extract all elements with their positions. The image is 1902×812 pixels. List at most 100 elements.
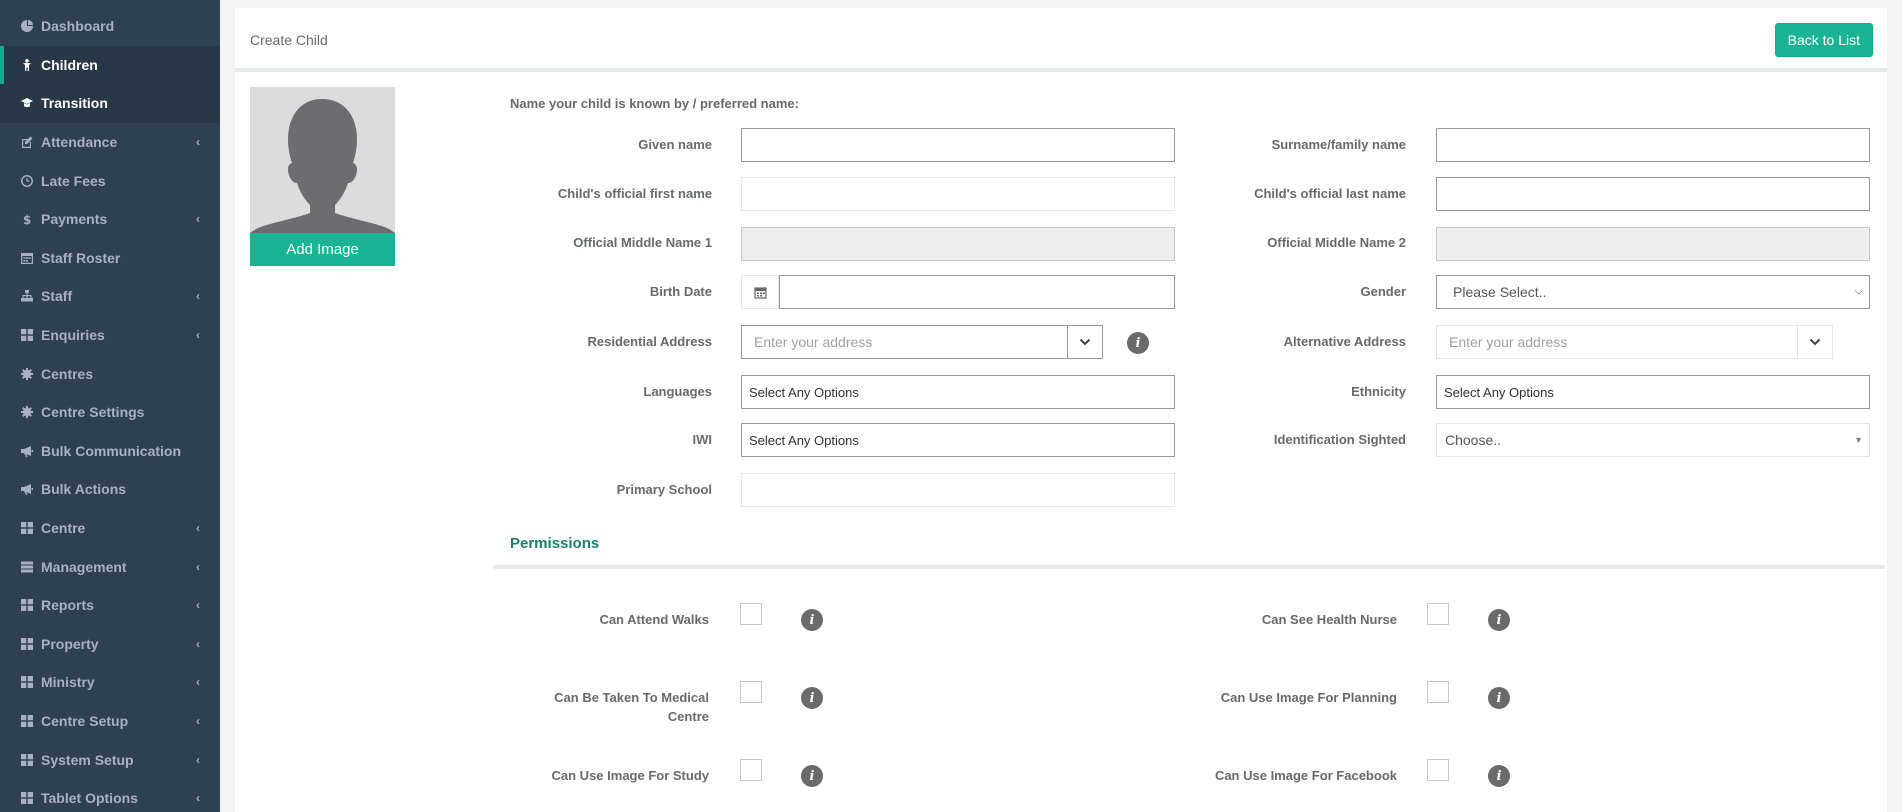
sidebar-item-staff[interactable]: Staff ‹ bbox=[0, 277, 220, 316]
sidebar-item-attendance[interactable]: Attendance ‹ bbox=[0, 123, 220, 162]
residential-address-info-icon[interactable]: i bbox=[1127, 332, 1149, 354]
perm-label-attend-walks: Can Attend Walks bbox=[599, 612, 709, 627]
sidebar-item-centres[interactable]: Centres bbox=[0, 354, 220, 393]
person-silhouette-icon bbox=[250, 87, 395, 233]
residential-address-input[interactable]: Enter your address bbox=[741, 325, 1068, 359]
gender-selected-value: Please Select.. bbox=[1453, 284, 1547, 300]
sidebar-item-tablet-options[interactable]: Tablet Options ‹ bbox=[0, 779, 220, 812]
birth-date-input[interactable] bbox=[779, 275, 1175, 309]
sidebar-item-label: Centres bbox=[41, 365, 94, 382]
residential-address-dropdown-button[interactable] bbox=[1067, 325, 1103, 359]
official-first-name-label: Child's official first name bbox=[557, 186, 712, 201]
permissions-divider bbox=[494, 565, 1885, 569]
sidebar-item-bulk-communication[interactable]: Bulk Communication bbox=[0, 432, 220, 471]
add-image-button[interactable]: Add Image bbox=[250, 233, 395, 266]
languages-multiselect[interactable]: Select Any Options bbox=[741, 375, 1175, 409]
alternative-address-dropdown-button[interactable] bbox=[1797, 325, 1833, 359]
official-first-name-input[interactable] bbox=[741, 177, 1175, 211]
panel-header: Create Child Back to List bbox=[235, 8, 1887, 72]
sidebar-menu: Dashboard Children Transition Attendance ‹ La… bbox=[0, 7, 220, 812]
ethnicity-multiselect[interactable]: Select Any Options bbox=[1436, 375, 1870, 409]
primary-school-label: Primary School bbox=[616, 482, 712, 497]
middle-name-1-input[interactable] bbox=[741, 227, 1175, 261]
checkbox-image-planning[interactable] bbox=[1427, 681, 1449, 703]
avatar bbox=[250, 87, 395, 233]
calendar-icon bbox=[20, 251, 34, 265]
chevron-down-icon bbox=[1809, 338, 1821, 346]
official-last-name-input[interactable] bbox=[1436, 177, 1870, 211]
grid-icon bbox=[20, 791, 34, 805]
sidebar-item-system-setup[interactable]: System Setup ‹ bbox=[0, 740, 220, 779]
gender-select[interactable]: Please Select.. ⌵ bbox=[1436, 275, 1870, 309]
chevron-left-icon: ‹ bbox=[196, 713, 200, 728]
alternative-address-input[interactable]: Enter your address bbox=[1436, 325, 1798, 359]
image-facebook-info-icon[interactable]: i bbox=[1488, 765, 1510, 787]
calendar-icon[interactable] bbox=[741, 275, 779, 309]
attend-walks-info-icon[interactable]: i bbox=[801, 609, 823, 631]
sidebar-item-label: Dashboard bbox=[41, 18, 115, 35]
sidebar-item-centre[interactable]: Centre ‹ bbox=[0, 509, 220, 548]
identification-sighted-select[interactable]: Choose.. ▼ bbox=[1436, 423, 1870, 457]
checkbox-medical-centre[interactable] bbox=[740, 681, 762, 703]
sidebar-item-label: Late Fees bbox=[41, 172, 106, 189]
sidebar-item-bulk-actions[interactable]: Bulk Actions bbox=[0, 470, 220, 509]
sidebar-item-centre-setup[interactable]: Centre Setup ‹ bbox=[0, 702, 220, 741]
back-to-list-button[interactable]: Back to List bbox=[1774, 23, 1873, 57]
iwi-multiselect[interactable]: Select Any Options bbox=[741, 423, 1175, 457]
sidebar-item-label: System Setup bbox=[41, 751, 134, 768]
perm-label-health-nurse: Can See Health Nurse bbox=[1261, 612, 1397, 627]
sidebar-item-property[interactable]: Property ‹ bbox=[0, 625, 220, 664]
ethnicity-label: Ethnicity bbox=[1351, 384, 1406, 399]
chevron-left-icon: ‹ bbox=[196, 559, 200, 574]
middle-name-2-input[interactable] bbox=[1436, 227, 1870, 261]
grid-icon bbox=[20, 675, 34, 689]
residential-address-label: Residential Address bbox=[587, 334, 712, 349]
perm-label-medical-centre: Can Be Taken To Medical Centre bbox=[554, 690, 709, 724]
caret-down-icon: ▼ bbox=[1854, 435, 1863, 445]
sidebar-item-enquiries[interactable]: Enquiries ‹ bbox=[0, 316, 220, 355]
health-nurse-info-icon[interactable]: i bbox=[1488, 609, 1510, 631]
languages-label: Languages bbox=[643, 384, 712, 399]
sidebar-item-ministry[interactable]: Ministry ‹ bbox=[0, 663, 220, 702]
sidebar-item-label: Staff Roster bbox=[41, 249, 121, 266]
edit-icon bbox=[20, 135, 34, 149]
sidebar-item-label: Enquiries bbox=[41, 327, 105, 344]
tasks-icon bbox=[20, 560, 34, 574]
birth-date-label: Birth Date bbox=[649, 284, 712, 299]
checkbox-health-nurse[interactable] bbox=[1427, 603, 1449, 625]
perm-label-image-facebook: Can Use Image For Facebook bbox=[1214, 768, 1397, 783]
chevron-left-icon: ‹ bbox=[196, 598, 200, 613]
sidebar-item-staff-roster[interactable]: Staff Roster bbox=[0, 239, 220, 278]
checkbox-image-study[interactable] bbox=[740, 759, 762, 781]
grid-icon bbox=[20, 598, 34, 612]
cog-icon bbox=[20, 367, 34, 381]
sidebar-item-label: Management bbox=[41, 558, 127, 575]
alternative-address-label: Alternative Address bbox=[1283, 334, 1406, 349]
image-planning-info-icon[interactable]: i bbox=[1488, 687, 1510, 709]
surname-input[interactable] bbox=[1436, 128, 1870, 162]
sidebar-item-label: Bulk Communication bbox=[41, 442, 182, 459]
primary-school-input[interactable] bbox=[741, 473, 1175, 507]
sidebar-item-children[interactable]: Children bbox=[0, 45, 220, 85]
sidebar-item-reports[interactable]: Reports ‹ bbox=[0, 586, 220, 625]
medical-centre-info-icon[interactable]: i bbox=[801, 687, 823, 709]
dollar-icon: $ bbox=[20, 212, 34, 226]
chevron-left-icon: ‹ bbox=[196, 289, 200, 304]
sidebar-item-transition[interactable]: Transition bbox=[0, 84, 220, 123]
sidebar-item-management[interactable]: Management ‹ bbox=[0, 547, 220, 586]
chevron-down-icon: ⌵ bbox=[1854, 285, 1863, 298]
checkbox-attend-walks[interactable] bbox=[740, 603, 762, 625]
sidebar-item-centre-settings[interactable]: Centre Settings bbox=[0, 393, 220, 432]
middle-name-2-label: Official Middle Name 2 bbox=[1267, 235, 1406, 250]
chevron-left-icon: ‹ bbox=[196, 636, 200, 651]
sidebar-item-dashboard[interactable]: Dashboard bbox=[0, 7, 220, 46]
image-study-info-icon[interactable]: i bbox=[801, 765, 823, 787]
sidebar-item-label: Children bbox=[41, 56, 98, 73]
sidebar-item-label: Staff bbox=[41, 288, 73, 305]
sidebar-item-payments[interactable]: $ Payments ‹ bbox=[0, 200, 220, 239]
given-name-label: Given name bbox=[638, 137, 712, 152]
checkbox-image-facebook[interactable] bbox=[1427, 759, 1449, 781]
given-name-input[interactable] bbox=[741, 128, 1175, 162]
sidebar: Dashboard Children Transition Attendance ‹ La… bbox=[0, 0, 220, 812]
sidebar-item-late-fees[interactable]: Late Fees bbox=[0, 161, 220, 200]
